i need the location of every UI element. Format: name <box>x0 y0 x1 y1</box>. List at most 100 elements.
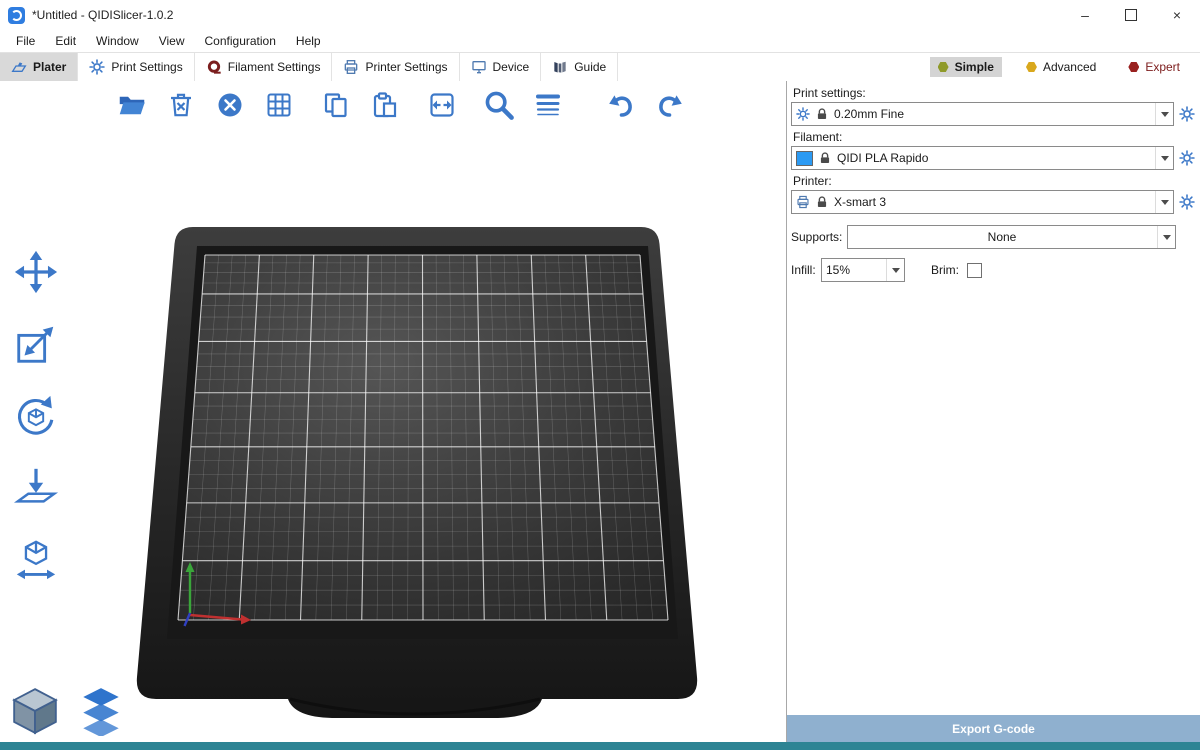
mode-simple[interactable]: Simple <box>930 57 1002 77</box>
redo-icon <box>656 91 684 119</box>
variable-layer-height-button[interactable] <box>528 85 568 125</box>
split-icon <box>428 91 456 119</box>
search-button[interactable] <box>479 85 519 125</box>
arrange-button[interactable] <box>259 85 299 125</box>
printer-edit-button[interactable] <box>1176 191 1198 213</box>
delete-all-icon <box>216 91 244 119</box>
chevron-down-icon <box>1155 103 1173 125</box>
tab-filament-settings[interactable]: Filament Settings <box>195 53 333 81</box>
move-tool-button[interactable] <box>6 246 66 298</box>
layers-view-icon <box>76 686 126 736</box>
rotate-tool-button[interactable] <box>6 390 66 442</box>
close-button[interactable]: × <box>1154 0 1200 30</box>
open-folder-icon <box>118 91 146 119</box>
3d-editor-view-button[interactable] <box>8 684 62 738</box>
status-strip <box>0 742 1200 750</box>
preview-layers-view-button[interactable] <box>74 684 128 738</box>
infill-label: Infill: <box>791 263 821 277</box>
undo-button[interactable] <box>601 85 641 125</box>
lock-icon <box>818 151 832 165</box>
tab-plater[interactable]: Plater <box>0 53 78 81</box>
copy-icon <box>322 91 350 119</box>
open-button[interactable] <box>112 85 152 125</box>
tab-device[interactable]: Device <box>460 53 542 81</box>
window-title: *Untitled - QIDISlicer-1.0.2 <box>32 8 173 22</box>
delete-all-button[interactable] <box>210 85 250 125</box>
object-toolbar <box>112 85 690 125</box>
printer-label: Printer: <box>793 174 1198 188</box>
printer-icon <box>796 195 810 209</box>
print-bed-canvas[interactable] <box>0 81 786 742</box>
settings-sidebar: Print settings: 0.20mm Fine Filament: QI… <box>787 81 1200 742</box>
menu-configuration[interactable]: Configuration <box>195 32 286 50</box>
mode-expert[interactable]: Expert <box>1120 57 1188 77</box>
print-settings-combo[interactable]: 0.20mm Fine <box>791 102 1174 126</box>
paste-icon <box>371 91 399 119</box>
menu-help[interactable]: Help <box>286 32 331 50</box>
delete-button[interactable] <box>161 85 201 125</box>
tab-guide[interactable]: Guide <box>541 53 618 81</box>
tab-printer-settings[interactable]: Printer Settings <box>332 53 459 81</box>
copy-button[interactable] <box>316 85 356 125</box>
print-settings-edit-button[interactable] <box>1176 103 1198 125</box>
maximize-button[interactable] <box>1108 0 1154 30</box>
window-controls: – × <box>1062 0 1200 30</box>
place-on-face-tool-button[interactable] <box>6 462 66 514</box>
print-settings-label: Print settings: <box>793 86 1198 100</box>
simple-mode-icon <box>938 62 949 73</box>
measure-icon <box>13 537 59 583</box>
brim-label: Brim: <box>931 263 959 277</box>
filament-combo[interactable]: QIDI PLA Rapido <box>791 146 1174 170</box>
redo-button[interactable] <box>650 85 690 125</box>
filament-label: Filament: <box>793 130 1198 144</box>
menu-edit[interactable]: Edit <box>45 32 86 50</box>
minimize-button[interactable]: – <box>1062 0 1108 30</box>
qidislicer-window: *Untitled - QIDISlicer-1.0.2 – × File Ed… <box>0 0 1200 750</box>
brim-checkbox[interactable] <box>967 263 982 278</box>
menu-view[interactable]: View <box>149 32 195 50</box>
plater-icon <box>11 59 27 75</box>
layer-lines-icon <box>534 91 562 119</box>
printer-combo[interactable]: X-smart 3 <box>791 190 1174 214</box>
expert-mode-icon <box>1128 62 1139 73</box>
rotate-icon <box>13 393 59 439</box>
gear-icon <box>89 59 105 75</box>
chevron-down-icon <box>1155 191 1173 213</box>
tab-print-settings[interactable]: Print Settings <box>78 53 194 81</box>
infill-combo[interactable]: 15% <box>821 258 905 282</box>
device-monitor-icon <box>471 59 487 75</box>
view-switcher <box>8 684 128 738</box>
app-logo-icon <box>8 7 25 24</box>
gear-icon <box>1179 150 1195 166</box>
chevron-down-icon <box>1157 226 1175 248</box>
scale-tool-button[interactable] <box>6 318 66 370</box>
export-gcode-button[interactable]: Export G-code <box>787 715 1200 742</box>
filament-color-swatch <box>796 151 813 166</box>
measure-tool-button[interactable] <box>6 534 66 586</box>
filament-edit-button[interactable] <box>1176 147 1198 169</box>
gear-icon <box>1179 106 1195 122</box>
gear-icon <box>796 107 810 121</box>
title-bar: *Untitled - QIDISlicer-1.0.2 – × <box>0 0 1200 30</box>
arrange-grid-icon <box>265 91 293 119</box>
paste-button[interactable] <box>365 85 405 125</box>
move-icon <box>13 249 59 295</box>
lock-icon <box>815 195 829 209</box>
3d-viewport[interactable] <box>0 81 787 742</box>
filament-spool-icon <box>206 59 222 75</box>
delete-trash-icon <box>167 91 195 119</box>
maximize-icon <box>1125 9 1137 21</box>
guide-book-icon <box>552 59 568 75</box>
advanced-mode-icon <box>1026 62 1037 73</box>
menu-window[interactable]: Window <box>86 32 149 50</box>
mode-advanced[interactable]: Advanced <box>1018 57 1104 77</box>
supports-combo[interactable]: None <box>847 225 1176 249</box>
gear-icon <box>1179 194 1195 210</box>
split-objects-button[interactable] <box>422 85 462 125</box>
place-on-face-icon <box>13 465 59 511</box>
menu-bar: File Edit Window View Configuration Help <box>0 30 1200 52</box>
lock-icon <box>815 107 829 121</box>
tab-bar: Plater Print Settings Filament Settings … <box>0 52 1200 82</box>
chevron-down-icon <box>1155 147 1173 169</box>
menu-file[interactable]: File <box>6 32 45 50</box>
